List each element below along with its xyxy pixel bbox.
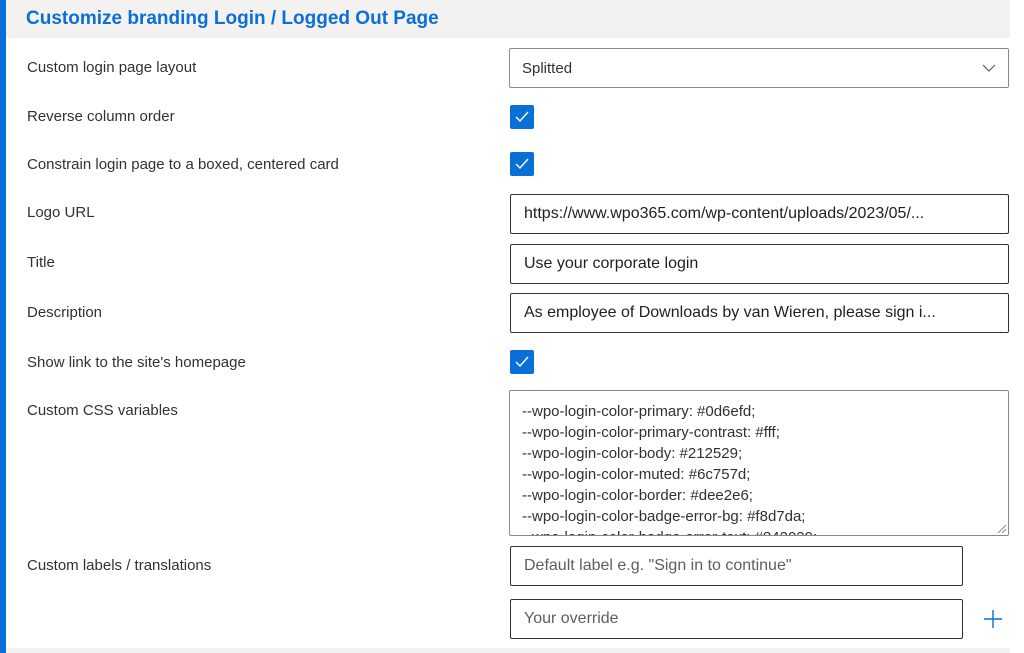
description-label: Description xyxy=(27,304,103,321)
title-label: Title xyxy=(27,254,55,271)
checkmark-icon xyxy=(515,356,529,368)
title-input[interactable]: Use your corporate login xyxy=(510,244,1009,284)
homepage-link-label: Show link to the site's homepage xyxy=(27,354,246,371)
logo-url-value: https://www.wpo365.com/wp-content/upload… xyxy=(524,205,925,222)
reverse-checkbox[interactable] xyxy=(510,105,534,129)
css-variable-line: --wpo-login-color-badge-error-text: #842… xyxy=(522,527,998,535)
css-variable-line: --wpo-login-color-border: #dee2e6; xyxy=(522,487,753,504)
section-footer-divider xyxy=(6,648,1010,653)
layout-label: Custom login page layout xyxy=(27,59,197,76)
css-variables-lines: --wpo-login-color-primary: #0d6efd; --wp… xyxy=(522,401,998,535)
plus-icon[interactable] xyxy=(983,609,1003,629)
boxed-label: Constrain login page to a boxed, centere… xyxy=(27,156,339,173)
css-variable-line: --wpo-login-color-badge-error-bg: #f8d7d… xyxy=(522,508,806,525)
resize-handle-icon[interactable] xyxy=(996,523,1006,533)
css-variables-textarea[interactable]: --wpo-login-color-primary: #0d6efd; --wp… xyxy=(509,390,1009,536)
layout-select-value: Splitted xyxy=(522,60,573,77)
homepage-link-checkbox[interactable] xyxy=(510,350,534,374)
reverse-label: Reverse column order xyxy=(27,108,175,125)
description-value: As employee of Downloads by van Wieren, … xyxy=(524,304,936,321)
default-label-input[interactable]: Default label e.g. "Sign in to continue" xyxy=(510,546,963,586)
override-label-input[interactable]: Your override xyxy=(510,599,963,639)
labels-translations-label: Custom labels / translations xyxy=(27,557,212,574)
css-variable-line: --wpo-login-color-muted: #6c757d; xyxy=(522,466,751,483)
override-label-placeholder: Your override xyxy=(524,610,619,627)
layout-select[interactable]: Splitted xyxy=(509,48,1009,88)
section-title: Customize branding Login / Logged Out Pa… xyxy=(26,8,439,29)
css-variable-line: --wpo-login-color-body: #212529; xyxy=(522,445,743,462)
checkmark-icon xyxy=(515,111,529,123)
logo-url-label: Logo URL xyxy=(27,204,95,221)
left-accent-bar xyxy=(0,0,6,653)
chevron-down-icon xyxy=(982,64,996,72)
boxed-checkbox[interactable] xyxy=(510,152,534,176)
title-value: Use your corporate login xyxy=(524,255,699,272)
checkmark-icon xyxy=(515,158,529,170)
css-variables-label: Custom CSS variables xyxy=(27,402,178,419)
section-header: Customize branding Login / Logged Out Pa… xyxy=(6,0,1010,38)
description-input[interactable]: As employee of Downloads by van Wieren, … xyxy=(510,293,1009,333)
css-variable-line: --wpo-login-color-primary-contrast: #fff… xyxy=(522,424,780,441)
logo-url-input[interactable]: https://www.wpo365.com/wp-content/upload… xyxy=(510,194,1009,234)
default-label-placeholder: Default label e.g. "Sign in to continue" xyxy=(524,557,792,574)
css-variable-line: --wpo-login-color-primary: #0d6efd; xyxy=(522,403,756,420)
